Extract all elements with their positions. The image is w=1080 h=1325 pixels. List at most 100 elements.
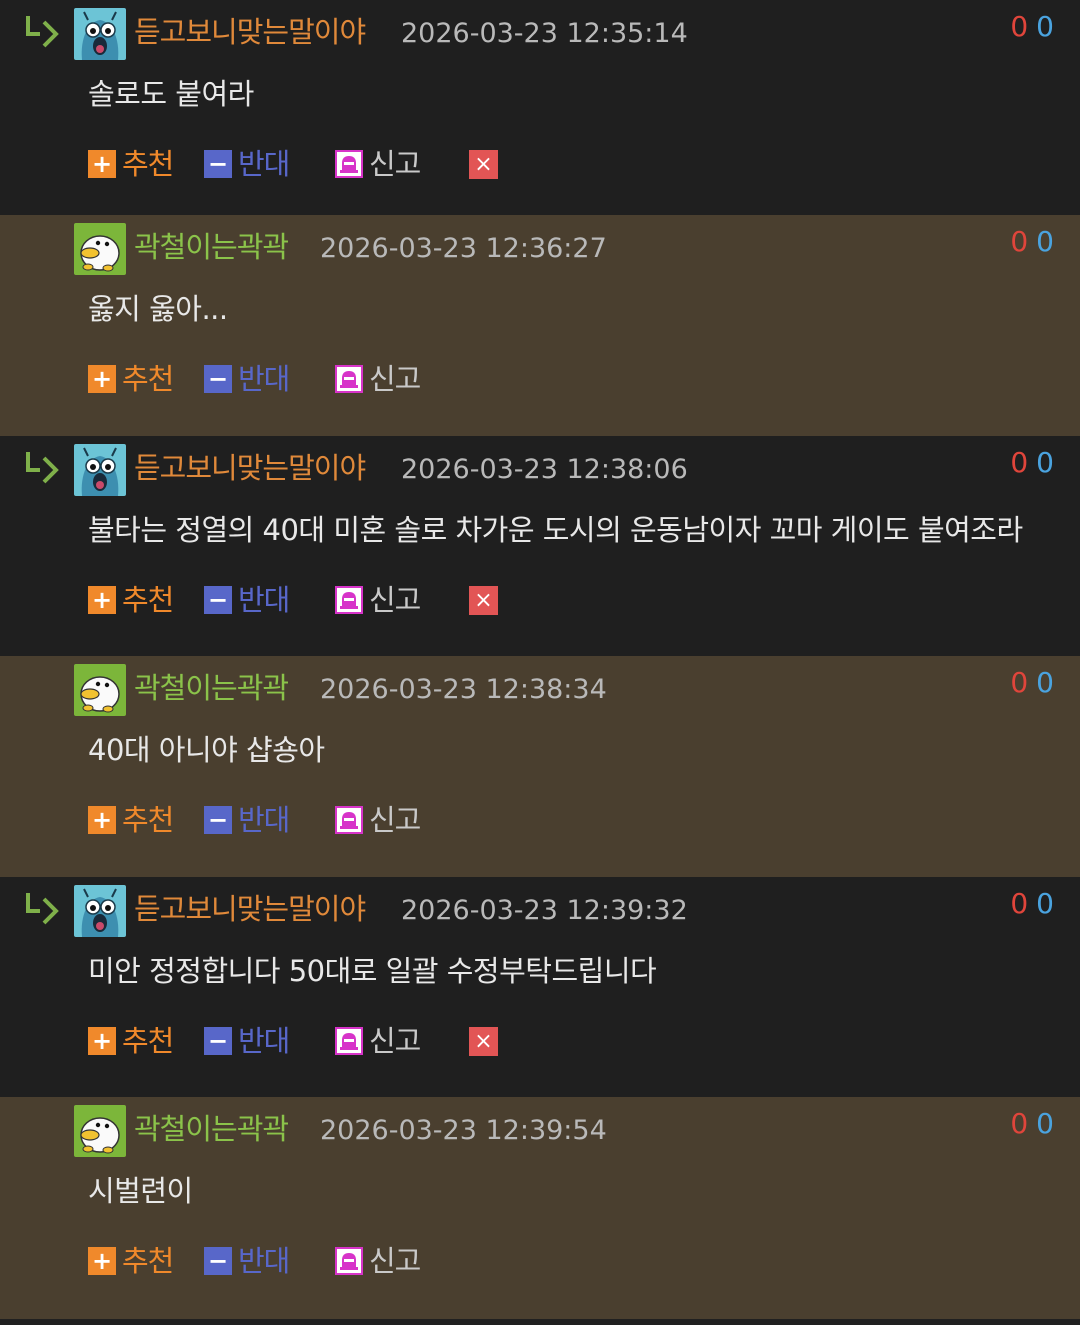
comment-datetime: 2026-03-23 12:35:14: [401, 18, 688, 49]
comment-body: 불타는 정열의 40대 미혼 솔로 차가운 도시의 운동남이자 꼬마 게이도 붙…: [88, 513, 1023, 547]
comment-actions: + 추천 − 반대 신고 ×: [88, 578, 528, 622]
upvote-count: 0: [1010, 887, 1029, 920]
avatar[interactable]: [74, 664, 126, 716]
report-label: 신고: [369, 803, 421, 837]
report-label: 신고: [369, 1024, 421, 1058]
upvote-count: 0: [1010, 666, 1029, 699]
avatar[interactable]: [74, 1105, 126, 1157]
report-button[interactable]: 신고: [335, 798, 421, 842]
comment-actions: + 추천 − 반대 신고 ×: [88, 1019, 528, 1063]
upvote-count: 0: [1010, 1107, 1029, 1140]
oppose-button[interactable]: − 반대: [204, 1019, 290, 1063]
avatar[interactable]: [74, 8, 126, 60]
oppose-label: 반대: [238, 1024, 290, 1058]
siren-icon: [335, 365, 363, 393]
report-button[interactable]: 신고: [335, 357, 421, 401]
downvote-count: 0: [1036, 887, 1054, 920]
recommend-button[interactable]: + 추천: [88, 357, 174, 401]
comment-body: 40대 아니야 샵숑아: [88, 733, 325, 767]
report-button[interactable]: 신고: [335, 1019, 421, 1063]
oppose-button[interactable]: − 반대: [204, 142, 290, 186]
oppose-label: 반대: [238, 583, 290, 617]
delete-button[interactable]: ×: [469, 1027, 498, 1056]
comment-actions: + 추천 − 반대 신고: [88, 357, 528, 401]
recommend-button[interactable]: + 추천: [88, 1019, 174, 1063]
oppose-button[interactable]: − 반대: [204, 1239, 290, 1283]
vote-counts: 00: [1010, 885, 1054, 923]
comment-item: 듣고보니맞는말이야 2026-03-23 12:35:14 0 0 솔로도 붙여라 + 추천…: [0, 0, 1080, 215]
recommend-label: 추천: [122, 362, 174, 396]
plus-icon: +: [88, 806, 116, 834]
delete-button[interactable]: ×: [469, 586, 498, 615]
comment-author[interactable]: 듣고보니맞는말이야: [134, 12, 366, 52]
report-button[interactable]: 신고: [335, 142, 421, 186]
oppose-label: 반대: [238, 362, 290, 396]
comment-author[interactable]: 곽철이는곽곽: [134, 668, 289, 708]
vote-counts: 00: [1010, 444, 1054, 482]
minus-icon: −: [204, 586, 232, 614]
recommend-button[interactable]: + 추천: [88, 798, 174, 842]
downvote-count: 0: [1036, 666, 1054, 699]
comment-datetime: 2026-03-23 12:38:34: [320, 674, 607, 705]
avatar[interactable]: [74, 223, 126, 275]
minus-icon: −: [204, 150, 232, 178]
reply-arrow-icon: [24, 450, 60, 484]
vote-counts: 00: [1010, 664, 1054, 702]
avatar[interactable]: [74, 885, 126, 937]
report-button[interactable]: 신고: [335, 1239, 421, 1283]
siren-icon: [335, 806, 363, 834]
comment-item: 곽철이는곽곽 2026-03-23 12:38:34 0 0 40대 아니야 샵숑아 + 추…: [0, 656, 1080, 877]
comment-thread: 듣고보니맞는말이야 2026-03-23 12:35:14 0 0 솔로도 붙여라 + 추천…: [0, 0, 1080, 1325]
reply-arrow-icon: [24, 14, 60, 48]
downvote-count: 0: [1036, 1107, 1054, 1140]
comment-actions: + 추천 − 반대 신고: [88, 798, 528, 842]
comment-body: 옳지 옳아...: [88, 292, 228, 326]
upvote-count: 0: [1010, 10, 1029, 43]
downvote-count: 0: [1036, 10, 1054, 43]
plus-icon: +: [88, 1027, 116, 1055]
siren-icon: [335, 150, 363, 178]
comment-author[interactable]: 곽철이는곽곽: [134, 227, 289, 267]
comment-datetime: 2026-03-23 12:39:32: [401, 895, 688, 926]
recommend-button[interactable]: + 추천: [88, 578, 174, 622]
downvote-count: 0: [1036, 446, 1054, 479]
comment-datetime: 2026-03-23 12:39:54: [320, 1115, 607, 1146]
comment-body: 미안 정정합니다 50대로 일괄 수정부탁드립니다: [88, 954, 657, 988]
avatar[interactable]: [74, 444, 126, 496]
vote-counts: 00: [1010, 1105, 1054, 1143]
oppose-label: 반대: [238, 1244, 290, 1278]
oppose-button[interactable]: − 반대: [204, 578, 290, 622]
comment-author[interactable]: 듣고보니맞는말이야: [134, 889, 366, 929]
minus-icon: −: [204, 1247, 232, 1275]
comment-body: 시벌련이: [88, 1174, 193, 1208]
recommend-button[interactable]: + 추천: [88, 142, 174, 186]
report-label: 신고: [369, 583, 421, 617]
downvote-count: 0: [1036, 225, 1054, 258]
comment-author[interactable]: 듣고보니맞는말이야: [134, 448, 366, 488]
recommend-label: 추천: [122, 147, 174, 181]
upvote-count: 0: [1010, 446, 1029, 479]
reply-arrow-icon: [24, 891, 60, 925]
comment-item: 곽철이는곽곽 2026-03-23 12:36:27 0 0 옳지 옳아... + 추천 − 반…: [0, 215, 1080, 436]
oppose-button[interactable]: − 반대: [204, 798, 290, 842]
upvote-count: 0: [1010, 225, 1029, 258]
comment-datetime: 2026-03-23 12:36:27: [320, 233, 607, 264]
comment-actions: + 추천 − 반대 신고: [88, 1239, 528, 1283]
comment-body: 솔로도 붙여라: [88, 77, 254, 111]
report-label: 신고: [369, 1244, 421, 1278]
recommend-button[interactable]: + 추천: [88, 1239, 174, 1283]
oppose-label: 반대: [238, 803, 290, 837]
minus-icon: −: [204, 365, 232, 393]
recommend-label: 추천: [122, 1244, 174, 1278]
comment-author[interactable]: 곽철이는곽곽: [134, 1109, 289, 1149]
comment-datetime: 2026-03-23 12:38:06: [401, 454, 688, 485]
recommend-label: 추천: [122, 803, 174, 837]
oppose-button[interactable]: − 반대: [204, 357, 290, 401]
plus-icon: +: [88, 586, 116, 614]
minus-icon: −: [204, 1027, 232, 1055]
delete-button[interactable]: ×: [469, 150, 498, 179]
report-button[interactable]: 신고: [335, 578, 421, 622]
siren-icon: [335, 586, 363, 614]
recommend-label: 추천: [122, 583, 174, 617]
comment-item: 곽철이는곽곽 2026-03-23 12:39:54 0 0 시벌련이 + 추천 − 반대 신고: [0, 1097, 1080, 1319]
